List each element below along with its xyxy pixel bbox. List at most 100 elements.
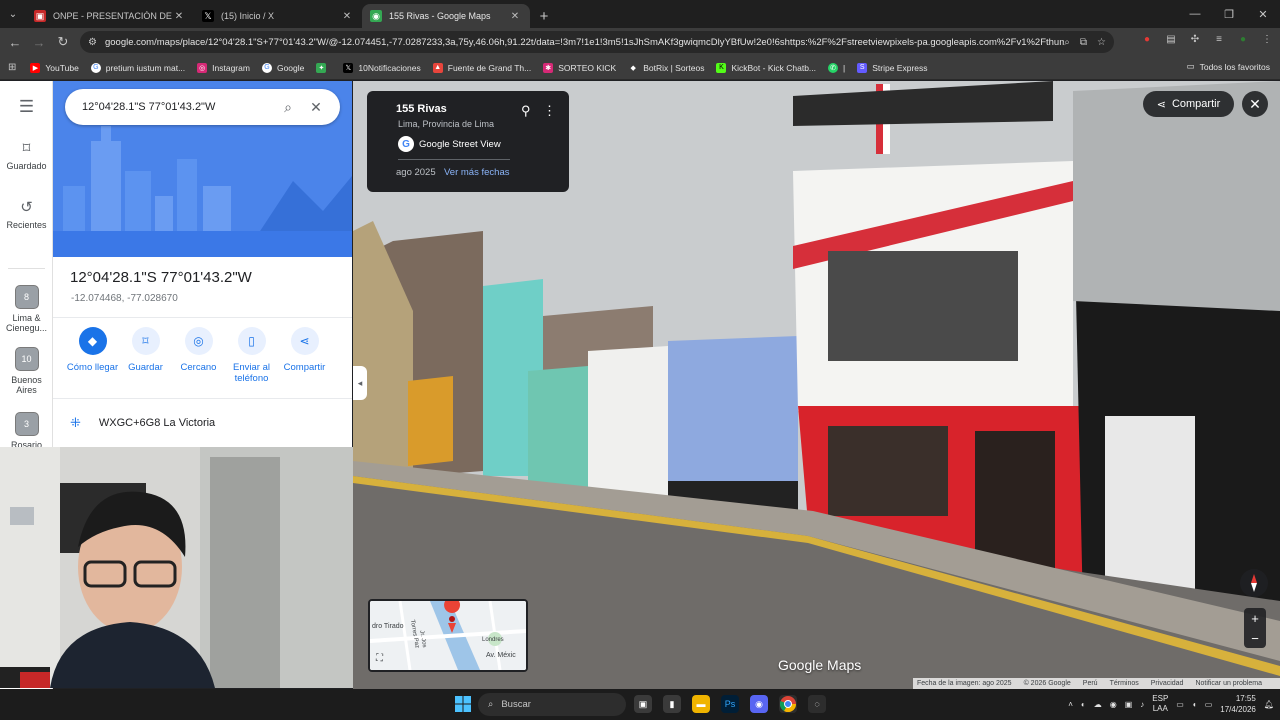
privacy-link[interactable]: Privacidad bbox=[1151, 680, 1184, 687]
extension-red-icon[interactable]: ● bbox=[1140, 32, 1154, 46]
tab-google-maps[interactable]: ◉ 155 Rivas - Google Maps ✕ bbox=[362, 4, 530, 28]
onpe-icon: ▣ bbox=[34, 10, 46, 22]
bookmark-label: Fuente de Grand Th... bbox=[447, 62, 532, 73]
report-problem-link[interactable]: Notificar un problema bbox=[1195, 680, 1262, 687]
tab-search-button[interactable]: ⌄ bbox=[0, 0, 26, 28]
taskbar-search[interactable]: ⌕ Buscar bbox=[478, 693, 626, 716]
tray-app-icon[interactable]: ◉ bbox=[1110, 700, 1117, 709]
expand-map-icon[interactable]: ⛶ bbox=[376, 653, 383, 664]
back-icon[interactable]: ← bbox=[3, 30, 27, 54]
collapse-panel-button[interactable]: ◂ bbox=[353, 366, 367, 400]
menu-button[interactable]: ☰ bbox=[0, 97, 53, 121]
bookmark-pretium[interactable]: Gpretium iustum mat... bbox=[90, 62, 185, 73]
tab-x[interactable]: 𝕏 (15) Inicio / X ✕ bbox=[194, 4, 362, 28]
save-button[interactable]: ⌑ Guardar bbox=[119, 327, 172, 384]
bookmark-botrix[interactable]: ◆ BotRix | Sorteos bbox=[628, 62, 704, 73]
terms-link[interactable]: Términos bbox=[1110, 680, 1139, 687]
close-icon[interactable]: ✕ bbox=[340, 11, 354, 22]
battery-icon[interactable]: ▭ bbox=[1205, 700, 1213, 709]
browser-tab-bar: ⌄ ▣ ONPE - PRESENTACIÓN DE RES ✕ 𝕏 (15) … bbox=[0, 0, 1280, 28]
rail-recent-buenos-aires[interactable]: 10 Buenos Aires bbox=[0, 347, 53, 395]
compass-icon[interactable] bbox=[1240, 569, 1268, 597]
search-box[interactable]: 12°04'28.1"S 77°01'43.2"W ⌕ ✕ bbox=[65, 89, 340, 125]
app-icon[interactable]: ◌ bbox=[808, 695, 826, 713]
directions-button[interactable]: ◆ Cómo llegar bbox=[66, 327, 119, 384]
task-view-icon[interactable]: ▣ bbox=[634, 695, 652, 713]
rail-recent-lima[interactable]: 8 Lima & Cienegu... bbox=[0, 285, 53, 333]
language-indicator[interactable]: ESP LAA bbox=[1152, 694, 1168, 714]
rail-recent-rosario[interactable]: 3 Rosario bbox=[0, 412, 53, 450]
bookmark-star-icon[interactable]: ☆ bbox=[1097, 37, 1106, 48]
see-more-dates-link[interactable]: Ver más fechas bbox=[444, 167, 509, 178]
minimap[interactable]: dro Tirado Torres Paz Jr. Jos Londres Av… bbox=[368, 599, 528, 672]
install-icon[interactable]: ⧉ bbox=[1080, 37, 1087, 48]
close-icon[interactable]: ✕ bbox=[302, 99, 330, 116]
profile-avatar-icon[interactable]: ● bbox=[1236, 32, 1250, 46]
close-window-icon[interactable]: ✕ bbox=[1246, 0, 1280, 28]
cloud-icon[interactable]: ☁ bbox=[1094, 700, 1102, 709]
map-footer: Fecha de la imagen: ago 2025 © 2026 Goog… bbox=[913, 678, 1280, 689]
bookmark-youtube[interactable]: ▶ YouTube bbox=[30, 62, 79, 73]
search-icon[interactable]: ⌕ bbox=[274, 99, 302, 116]
folder-icon: ▭ bbox=[1186, 61, 1195, 71]
bookmark-instagram[interactable]: ◎ Instagram bbox=[197, 62, 250, 73]
all-bookmarks[interactable]: ▭ Todos los favoritos bbox=[1187, 61, 1270, 72]
bookmark-whatsapp[interactable]: ✆ | bbox=[828, 62, 845, 73]
volume-icon[interactable]: ◖ bbox=[1192, 700, 1197, 709]
close-icon[interactable]: ✕ bbox=[508, 11, 522, 22]
reload-icon[interactable]: ↻ bbox=[51, 30, 75, 54]
photoshop-icon[interactable]: Ps bbox=[721, 695, 739, 713]
clock[interactable]: 17:55 17/4/2026 bbox=[1220, 693, 1256, 715]
close-icon[interactable]: ✕ bbox=[172, 11, 186, 22]
tab-onpe[interactable]: ▣ ONPE - PRESENTACIÓN DE RES ✕ bbox=[26, 4, 194, 28]
rail-thumb-label: Buenos Aires bbox=[11, 375, 42, 395]
directions-icon: ◆ bbox=[78, 327, 107, 355]
more-options-icon[interactable]: ⋮ bbox=[543, 103, 556, 119]
bookmark-label: SORTEO KICK bbox=[558, 62, 617, 73]
media-icon[interactable]: ≡ bbox=[1212, 32, 1226, 46]
share-button[interactable]: ⋖ Compartir bbox=[278, 327, 331, 384]
search-input[interactable]: 12°04'28.1"S 77°01'43.2"W bbox=[82, 101, 274, 113]
send-to-phone-button[interactable]: ▯ Enviar al teléfono bbox=[225, 327, 278, 384]
discord-icon[interactable]: ◉ bbox=[750, 695, 768, 713]
zoom-in-button[interactable]: + bbox=[1244, 608, 1266, 628]
address-bar[interactable]: ⚙ google.com/maps/place/12°04'28.1"S+77°… bbox=[80, 31, 1114, 53]
file-explorer-icon[interactable]: ▬ bbox=[692, 695, 710, 713]
notifications-icon[interactable]: 🔔︎ bbox=[1264, 700, 1274, 709]
start-icon[interactable] bbox=[454, 695, 472, 713]
bookmark-pinwheel[interactable]: ✦ bbox=[316, 62, 331, 73]
new-tab-button[interactable]: + bbox=[530, 4, 558, 28]
restore-icon[interactable]: ❐ bbox=[1212, 0, 1246, 28]
bookmark-google[interactable]: G Google bbox=[261, 62, 304, 73]
bookmark-kickbot[interactable]: K KickBot - Kick Chatb... bbox=[716, 62, 816, 73]
network-icon[interactable]: ▭ bbox=[1176, 700, 1184, 709]
nearby-button[interactable]: ◎ Cercano bbox=[172, 327, 225, 384]
street-view-share-button[interactable]: ⋖ Compartir bbox=[1143, 91, 1234, 117]
app-icon[interactable]: ▮ bbox=[663, 695, 681, 713]
map-thumbnail: 8 bbox=[14, 285, 39, 309]
bookmark-10notificaciones[interactable]: 𝕏 10Notificaciones bbox=[343, 62, 421, 73]
chevron-up-icon[interactable]: ˄ bbox=[1068, 700, 1073, 709]
rail-saved[interactable]: ⌑ Guardado bbox=[0, 139, 53, 171]
close-street-view-button[interactable]: ✕ bbox=[1242, 91, 1268, 117]
extensions-puzzle-icon[interactable]: ✣ bbox=[1188, 32, 1202, 46]
location-pin-icon[interactable]: ⚲ bbox=[521, 103, 531, 119]
microphone-icon[interactable]: ♪ bbox=[1140, 700, 1144, 709]
minimize-icon[interactable]: — bbox=[1178, 0, 1212, 28]
rail-recent[interactable]: ↺ Recientes bbox=[0, 198, 53, 230]
site-info-icon[interactable]: ⚙ bbox=[88, 37, 97, 48]
apps-grid-icon[interactable]: ⊞ bbox=[8, 62, 16, 73]
bookmark-fuente[interactable]: ▲ Fuente de Grand Th... bbox=[432, 62, 532, 73]
plus-code-row[interactable]: ⁜ WXGC+6G8 La Victoria bbox=[70, 415, 215, 431]
chrome-icon[interactable] bbox=[779, 695, 797, 713]
country-link[interactable]: Perú bbox=[1083, 680, 1098, 687]
zoom-out-button[interactable]: − bbox=[1244, 628, 1266, 648]
extension-card-icon[interactable]: ▤ bbox=[1164, 32, 1178, 46]
zoom-icon[interactable]: ⌕ bbox=[1064, 37, 1070, 48]
menu-kebab-icon[interactable]: ⋮ bbox=[1260, 32, 1274, 46]
forward-icon[interactable]: → bbox=[27, 30, 51, 54]
bookmark-sorteo-kick[interactable]: ✱ SORTEO KICK bbox=[543, 62, 617, 73]
bookmark-stripe[interactable]: S Stripe Express bbox=[857, 62, 928, 73]
tray-app-icon[interactable]: ◐ bbox=[1081, 700, 1086, 709]
tray-app-icon[interactable]: ▣ bbox=[1125, 700, 1133, 709]
